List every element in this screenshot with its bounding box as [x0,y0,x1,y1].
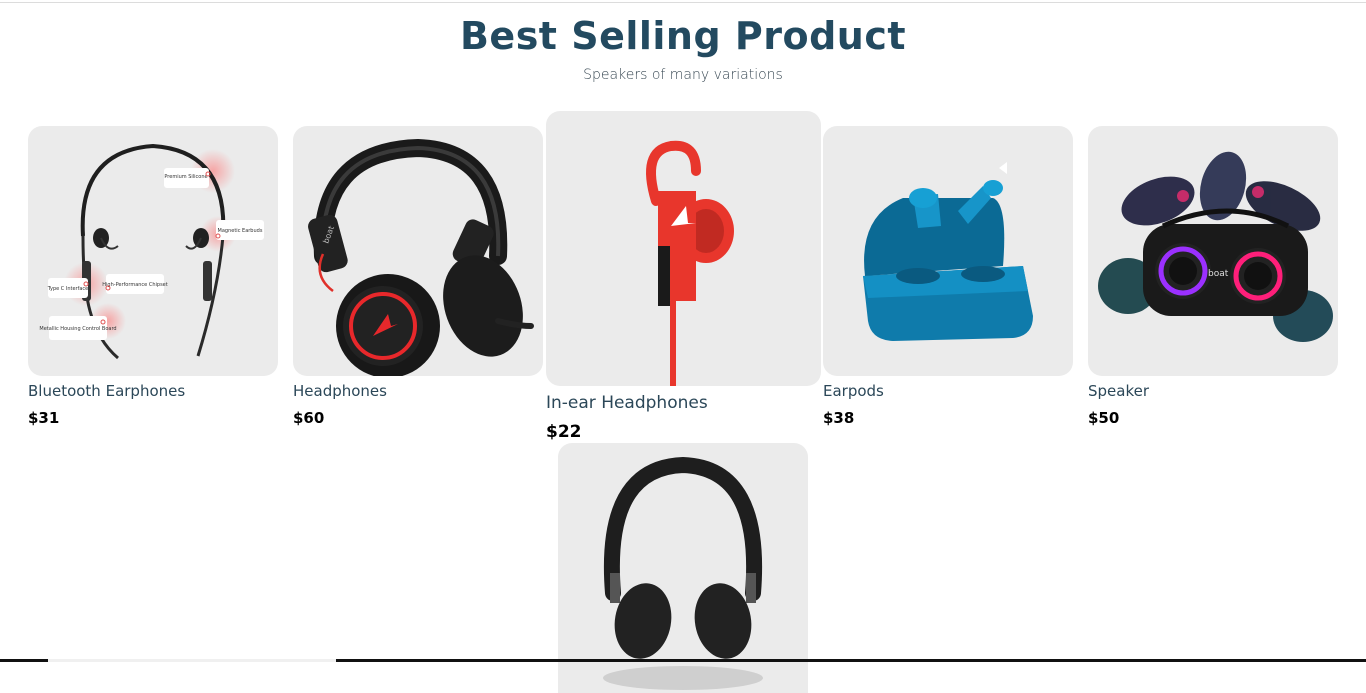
product-name[interactable]: Earpods [823,382,884,400]
neckband-earphones-image[interactable]: Premium Silicone Magnetic Earbuds Type C… [28,126,278,376]
product-name[interactable]: Headphones [293,382,387,400]
product-price: $31 [28,409,60,427]
product-card-earpods[interactable]: Earpods $38 [823,126,1073,427]
product-price: $22 [546,422,582,442]
page-subtitle: Speakers of many variations [583,67,783,83]
wireless-headphones-image[interactable] [558,443,808,693]
product-name[interactable]: Speaker [1088,382,1149,400]
in-ear-earphone-image[interactable] [546,111,821,386]
speaker-brand-mark: boat [1208,269,1229,279]
bluetooth-speaker-image[interactable]: boat [1088,126,1338,376]
callout-type-c-interface: Type C Interface [47,286,89,292]
callout-premium-silicone: Premium Silicone [164,174,207,180]
callout-chipset: High-Performance Chipset [102,282,167,288]
page-title: Best Selling Product [459,14,907,58]
earbuds-case-image[interactable] [823,126,1073,376]
callout-magnetic-earbuds: Magnetic Earbuds [218,228,263,234]
product-card-speaker[interactable]: boat Speaker $50 [1088,126,1338,427]
product-price: $38 [823,409,855,427]
callout-metallic-housing: Metallic Housing Control Board [39,326,116,332]
product-card-bluetooth-earphones[interactable]: Premium Silicone Magnetic Earbuds Type C… [28,126,278,427]
product-card-wireless-headphones[interactable] [558,443,808,693]
top-divider [0,2,1366,3]
product-name[interactable]: Bluetooth Earphones [28,382,185,400]
product-price: $60 [293,409,325,427]
product-card-headphones[interactable]: boat Headphones $60 [293,126,543,427]
product-card-in-ear-headphones[interactable]: In-ear Headphones $22 [546,111,821,442]
product-name[interactable]: In-ear Headphones [546,393,708,413]
product-price: $50 [1088,409,1120,427]
gaming-headphones-image[interactable]: boat [293,126,543,376]
